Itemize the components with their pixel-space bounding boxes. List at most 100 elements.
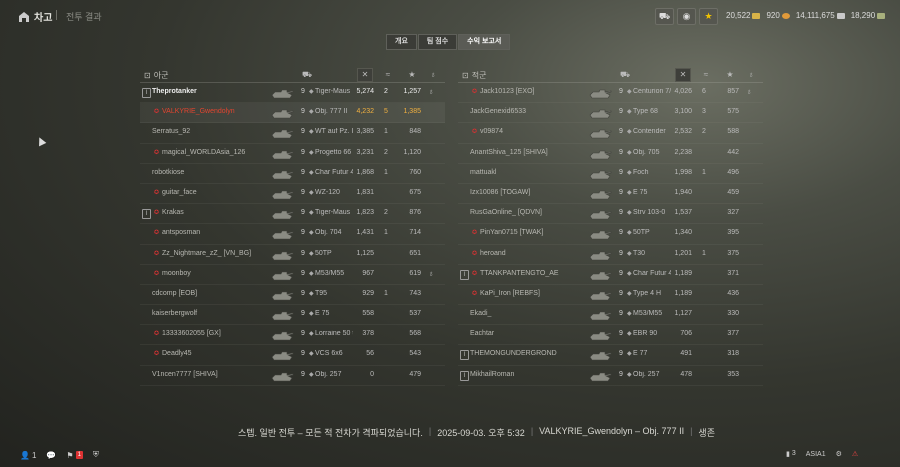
ally-player-row[interactable]: V1ncen7777 [SHIVA] 9 ◆ Obj. 257 0 479 [140,366,445,386]
damage-value: 1,201 [674,249,692,257]
tank-tier: 9 [619,188,623,196]
player-name: v09874 [480,128,503,136]
tank-name: Type 4 H [633,289,662,297]
kills-column-icon[interactable]: ≈ [699,69,713,81]
player-name: Jack10123 [EXO] [480,88,535,95]
tank-tier: 9 [619,148,623,156]
garage-button[interactable]: 차고 [18,9,52,24]
tank-class-icon: ◆ [627,149,632,156]
player-name: mattuakl [470,168,497,176]
player-name: TTANKPANTENGTO_AE [480,269,559,277]
kills-value: 1 [702,168,706,176]
region-label[interactable]: ASIA1 [806,451,826,458]
xp-column-icon[interactable]: ★ [405,69,419,81]
enemy-player-row[interactable]: I ✪ TTANKPANTENGTO_AE 9 ◆ Char Futur 4 1,189 37… [458,265,763,285]
tank-tier: 9 [301,229,305,237]
chat-icon: 💬 [46,450,57,460]
enemy-player-row[interactable]: ✪ PinYan0715 [TWAK] 9 ◆ 50TP 1,340 395 [458,224,763,245]
player-name: Krakas [162,209,184,217]
kills-value: 3 [702,108,706,116]
kills-value: 1 [384,128,388,136]
enemy-player-row[interactable]: JackGenexid6533 9 ◆ Type 68 3,100 3 575 [458,103,763,124]
chat-button[interactable]: 💬 [46,451,56,460]
ally-player-row[interactable]: ✪ guitar_face 9 ◆ WZ-120 1,831 675 [140,184,445,205]
ally-player-row[interactable]: ✪ VALKYRIE_Gwendolyn 9 ◆ Obj. 777 II 4,232 5 1,… [140,103,445,124]
notifications-button[interactable]: ⚑ 1 [66,451,83,460]
tank-name: Obj. 257 [315,370,342,378]
enemy-player-row[interactable]: Ekadi_ 9 ◆ M53/M55 1,127 330 [458,305,763,326]
ally-player-row[interactable]: ✪ 13333602055 [GX] 9 ◆ Lorraine 50 t 378 568 [140,325,445,346]
kills-column-icon[interactable]: ≈ [381,69,395,81]
tank-name: Obj. 777 II [315,108,348,116]
alert-icon[interactable]: ⚠ [852,450,858,458]
ally-player-row[interactable]: I Theprotanker 9 ◆ Tiger-Maus 5,274 2 1,257 ♁ [140,83,445,104]
damage-column-icon[interactable]: ✕ [357,68,373,82]
enemy-player-row[interactable]: Eachtar 9 ◆ EBR 90 706 377 [458,325,763,346]
ally-player-row[interactable]: ✪ Deadly45 9 ◆ VCS 6x6 56 543 [140,345,445,366]
tank-tier: 9 [301,370,305,378]
tank-name: Char Futur 4 [315,168,353,176]
bonds-icon[interactable]: ◉ [677,8,696,25]
tab-team-score[interactable]: 팀 점수 [417,34,458,50]
premium-star-icon[interactable]: ★ [699,8,718,25]
tab-income-report[interactable]: 수익 보고서 [458,34,511,50]
enemy-player-row[interactable]: ✪ Jack10123 [EXO] 9 ◆ Centurion 7/1 4,026 6 857… [458,83,763,104]
tank-name: Tiger-Maus [315,209,351,217]
ally-player-row[interactable]: cdcomp [EOB] 9 ◆ T95 929 1 743 [140,285,445,306]
enemy-player-row[interactable]: AnantShiva_125 [SHIVA] 9 ◆ Obj. 705 2,238 442 [458,144,763,164]
tank-name: Foch [633,168,649,176]
clan-icon: ✪ [471,89,478,95]
damage-value: 1,868 [356,168,374,176]
tab-overview[interactable]: 개요 [386,34,417,50]
player-vehicle: VALKYRIE_Gwendolyn – Obj. 777 II [539,426,685,436]
enemy-player-row[interactable]: ✪ heroand 9 ◆ T30 1,201 1 375 [458,245,763,265]
tank-column-icon[interactable]: ⛟ [300,69,314,81]
enemy-player-row[interactable]: Izx10086 [TOGAW] 9 ◆ E 75 1,940 459 [458,184,763,205]
tank-class-icon: ◆ [627,210,632,217]
kills-value: 2 [384,88,388,95]
player-name: VALKYRIE_Gwendolyn [162,108,235,116]
kills-value: 1 [384,289,388,297]
xp-value: 575 [727,108,739,116]
friends-button[interactable]: 👤 1 [20,451,36,460]
xp-value: 675 [409,188,421,196]
ally-player-row[interactable]: ✪ moonboy 9 ◆ M53/M55 967 619 ♁ [140,265,445,285]
tank-class-icon: ◆ [309,270,314,277]
ally-player-row[interactable]: kaiserbergwolf 9 ◆ E 75 558 537 [140,305,445,326]
sessions-button[interactable]: ▮ 3 [786,450,796,458]
clan-button[interactable]: ⛨ [93,450,99,460]
tank-name: 50TP [633,229,650,237]
ally-player-row[interactable]: ✪ magical_WORLDAsia_126 9 ◆ Progetto 66 3,231… [140,144,445,164]
xp-column-icon[interactable]: ★ [723,69,737,81]
battle-results-breadcrumb[interactable]: 전투 결과 [66,10,102,23]
enemy-player-row[interactable]: I THEMONGUNDERGROND 9 ◆ E 77 491 318 [458,345,763,366]
ally-player-row[interactable]: Serratus_92 9 ◆WT auf Pz. IV3,385 1 848 [140,123,445,144]
settings-icon[interactable]: ⚙ [836,450,842,458]
damage-column-icon[interactable]: ✕ [675,68,691,82]
tank-tier: 9 [301,108,305,116]
enemy-player-row[interactable]: ✪ KaPi_Iron [REBFS] 9 ◆ Type 4 H 1,189 436 [458,285,763,306]
tank-icon [588,226,613,241]
tank-class-icon: ◆ [309,371,314,378]
player-name: Zz_Nightmare_zZ_ [VN_BG] [162,249,252,257]
tank-icon [270,327,295,342]
tank-class-icon: ◆ [309,189,314,196]
medal-column-icon[interactable]: ♁ [426,69,440,81]
ally-player-row[interactable]: I ✪ Krakas 9 ◆ Tiger-Maus 1,823 2 876 [140,204,445,225]
ally-player-row[interactable]: ✪ Zz_Nightmare_zZ_ [VN_BG] 9 ◆ 50TP 1,125 651 [140,245,445,265]
enemy-player-row[interactable]: mattuakl 9 ◆ Foch 1,998 1 496 [458,164,763,184]
clan-icon: ✪ [153,109,160,116]
enemy-player-row[interactable]: ✪ v09874 9 ◆ Contender 2,532 2 588 [458,123,763,144]
tank-column-icon[interactable]: ⛟ [618,69,632,81]
tank-class-icon: ◆ [627,169,632,176]
medal-column-icon[interactable]: ♁ [744,69,758,81]
ally-player-row[interactable]: robotkiose 9 ◆ Char Futur 4 1,868 1 760 [140,164,445,184]
xp-value: 760 [409,168,421,176]
xp-value: 353 [727,370,739,378]
enemy-player-row[interactable]: I MikhailRoman 9 ◆ Obj. 257 478 353 [458,366,763,386]
tank-icon[interactable]: ⛟ [655,8,674,25]
enemy-player-row[interactable]: RusGaOnline_ [QDVN] 9 ◆ Strv 103-0 1,537 327 [458,204,763,225]
damage-value: 706 [680,330,692,338]
ally-player-row[interactable]: ✪ antsposman 9 ◆ Obj. 704 1,431 1 714 [140,224,445,245]
battle-summary: 스텝. 일반 전투 – 모든 적 전차가 격파되었습니다. | 2025-09-… [238,426,715,439]
